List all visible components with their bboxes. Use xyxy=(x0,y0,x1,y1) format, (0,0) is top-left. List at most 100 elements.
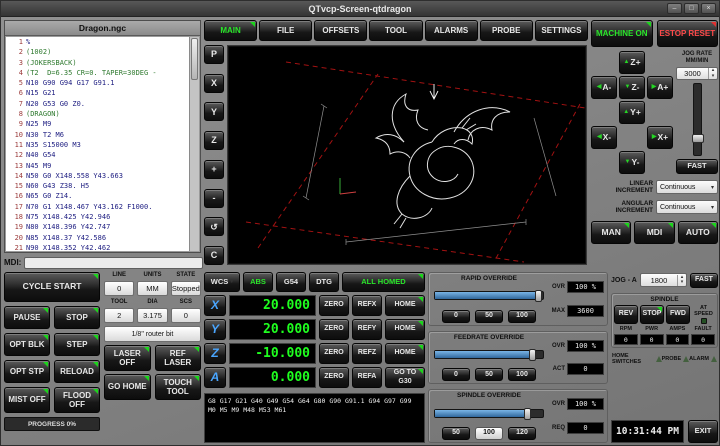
zoom-out-button[interactable]: - xyxy=(204,189,224,208)
pause-button[interactable]: PAUSE xyxy=(4,306,50,329)
spindle-preset-100-button[interactable]: 100 xyxy=(475,427,503,440)
minimize-icon[interactable]: – xyxy=(667,3,682,14)
mdi-input[interactable] xyxy=(24,257,203,269)
rotate-view-button[interactable]: ↺ xyxy=(204,217,224,236)
machine-on-button[interactable]: MACHINE ON xyxy=(591,20,653,47)
jog-a-plus-button[interactable]: ▶A+ xyxy=(647,76,673,99)
flood-button[interactable]: FLOOD OFF xyxy=(54,387,100,413)
stop-button[interactable]: STOP xyxy=(54,306,100,329)
view-y-button[interactable]: Y xyxy=(204,102,224,121)
reload-button[interactable]: RELOAD xyxy=(54,360,100,383)
wcs-dropdown[interactable]: WCS ▾ xyxy=(204,272,240,292)
optional-block-button[interactable]: OPT BLK xyxy=(4,333,50,356)
touch-tool-button[interactable]: TOUCH TOOL xyxy=(155,374,202,400)
optional-stop-button[interactable]: OPT STP xyxy=(4,360,50,383)
spindle-preset-50-button[interactable]: 50 xyxy=(442,427,470,440)
tab-tool[interactable]: TOOL xyxy=(369,20,422,41)
view-x-button[interactable]: X xyxy=(204,74,224,93)
spindle-override-slider[interactable] xyxy=(434,409,544,418)
feedrate-preset-0-button[interactable]: 0 xyxy=(442,368,470,381)
axis-zero-button[interactable]: ZERO xyxy=(319,319,349,340)
tab-offsets[interactable]: OFFSETS xyxy=(314,20,367,41)
close-icon[interactable]: × xyxy=(701,3,716,14)
go-home-button[interactable]: GO HOME xyxy=(104,374,151,400)
step-button[interactable]: STEP xyxy=(54,333,100,356)
laser-button[interactable]: LASER OFF xyxy=(104,345,151,371)
jog-z-plus-button[interactable]: ▲Z+ xyxy=(619,51,645,74)
axis-zero-button[interactable]: ZERO xyxy=(319,295,349,316)
scrollbar-thumb[interactable] xyxy=(191,38,198,80)
slider-handle[interactable] xyxy=(524,408,531,420)
slider-handle[interactable] xyxy=(529,349,536,361)
feedrate-preset-100-button[interactable]: 100 xyxy=(508,368,536,381)
maximize-icon[interactable]: □ xyxy=(684,3,699,14)
angular-increment-select[interactable]: Continuous ▾ xyxy=(656,200,718,214)
axis-ref-button[interactable]: REFA xyxy=(352,367,382,388)
cycle-start-button[interactable]: CYCLE START xyxy=(4,272,100,302)
spindle-rev-button[interactable]: REV xyxy=(614,305,638,324)
feedrate-override-slider[interactable] xyxy=(434,350,544,359)
tab-main[interactable]: MAIN xyxy=(204,20,257,41)
rapid-preset-50-button[interactable]: 50 xyxy=(475,310,503,323)
all-homed-button[interactable]: ALL HOMED xyxy=(342,272,425,292)
spin-down-icon[interactable]: ▾ xyxy=(709,74,717,80)
spindle-fwd-button[interactable]: FWD xyxy=(666,305,690,324)
axis-ref-button[interactable]: REFY xyxy=(352,319,382,340)
slider-handle[interactable] xyxy=(535,290,542,302)
tab-probe[interactable]: PROBE xyxy=(480,20,533,41)
feedrate-preset-50-button[interactable]: 50 xyxy=(475,368,503,381)
exit-button[interactable]: EXIT xyxy=(688,420,718,443)
jog-fast-button[interactable]: FAST xyxy=(676,159,718,174)
axis-select-button[interactable]: Y xyxy=(204,319,226,340)
axis-home-button[interactable]: HOME xyxy=(385,319,425,340)
jog-x-plus-button[interactable]: ▶X+ xyxy=(647,126,673,149)
jog-y-minus-button[interactable]: ▼Y- xyxy=(619,151,645,174)
zoom-in-button[interactable]: + xyxy=(204,160,224,179)
spindle-stop-button[interactable]: STOP xyxy=(640,305,664,324)
jog-x-minus-button[interactable]: ◀X- xyxy=(591,126,617,149)
linear-increment-select[interactable]: Continuous ▾ xyxy=(656,180,718,194)
axis-zero-button[interactable]: ZERO xyxy=(319,343,349,364)
rapid-preset-0-button[interactable]: 0 xyxy=(442,310,470,323)
axis-home-button[interactable]: HOME xyxy=(385,295,425,316)
mode-man-button[interactable]: MAN xyxy=(591,221,631,244)
estop-reset-button[interactable]: ESTOP RESET xyxy=(657,20,719,47)
mode-auto-button[interactable]: AUTO xyxy=(678,221,718,244)
abs-button[interactable]: ABS xyxy=(243,272,273,292)
ref-laser-button[interactable]: REF LASER xyxy=(155,345,202,371)
clear-view-button[interactable]: C xyxy=(204,246,224,265)
mode-mdi-button[interactable]: MDI xyxy=(634,221,674,244)
axis-ref-button[interactable]: REFZ xyxy=(352,343,382,364)
spindle-preset-120-button[interactable]: 120 xyxy=(508,427,536,440)
gcode-3d-preview[interactable] xyxy=(227,45,587,265)
jog-y-plus-button[interactable]: ▲Y+ xyxy=(619,101,645,124)
tab-file[interactable]: FILE xyxy=(259,20,312,41)
jog-a-spinbox[interactable]: 1800 ▴ ▾ xyxy=(640,273,687,287)
axis-ref-button[interactable]: REFX xyxy=(352,295,382,316)
axis-select-button[interactable]: Z xyxy=(204,343,226,364)
slider-handle[interactable] xyxy=(692,134,704,143)
tab-settings[interactable]: SETTINGS xyxy=(535,20,588,41)
gcode-scrollbar[interactable] xyxy=(189,37,199,251)
jog-speed-slider[interactable] xyxy=(693,83,702,156)
view-z-button[interactable]: Z xyxy=(204,131,224,150)
gcode-text-area[interactable]: 1 % 2 (1002) 3 (JOKERSBACK) 4 (T2 D=6.35… xyxy=(6,37,189,251)
axis-select-button[interactable]: A xyxy=(204,367,226,388)
axis-home-button[interactable]: GO TO G30 xyxy=(385,367,425,388)
mist-button[interactable]: MIST OFF xyxy=(4,387,50,413)
rapid-override-slider[interactable] xyxy=(434,291,544,300)
jog-a-minus-button[interactable]: ◀A- xyxy=(591,76,617,99)
g54-button[interactable]: G54 xyxy=(276,272,306,292)
rapid-preset-100-button[interactable]: 100 xyxy=(508,310,536,323)
axis-select-button[interactable]: X xyxy=(204,295,226,316)
view-perspective-button[interactable]: P xyxy=(204,45,224,64)
axis-home-button[interactable]: HOME xyxy=(385,343,425,364)
spin-down-icon[interactable]: ▾ xyxy=(678,280,686,286)
titlebar[interactable]: QTvcp-Screen-qtdragon – □ × xyxy=(1,1,719,17)
axis-zero-button[interactable]: ZERO xyxy=(319,367,349,388)
jog-z-minus-button[interactable]: ▼Z- xyxy=(619,76,645,99)
tab-alarms[interactable]: ALARMS xyxy=(425,20,478,41)
dtg-button[interactable]: DTG xyxy=(309,272,339,292)
jog-a-fast-button[interactable]: FAST xyxy=(690,273,718,288)
jog-rate-spinbox[interactable]: 3000 ▴ ▾ xyxy=(676,67,718,80)
